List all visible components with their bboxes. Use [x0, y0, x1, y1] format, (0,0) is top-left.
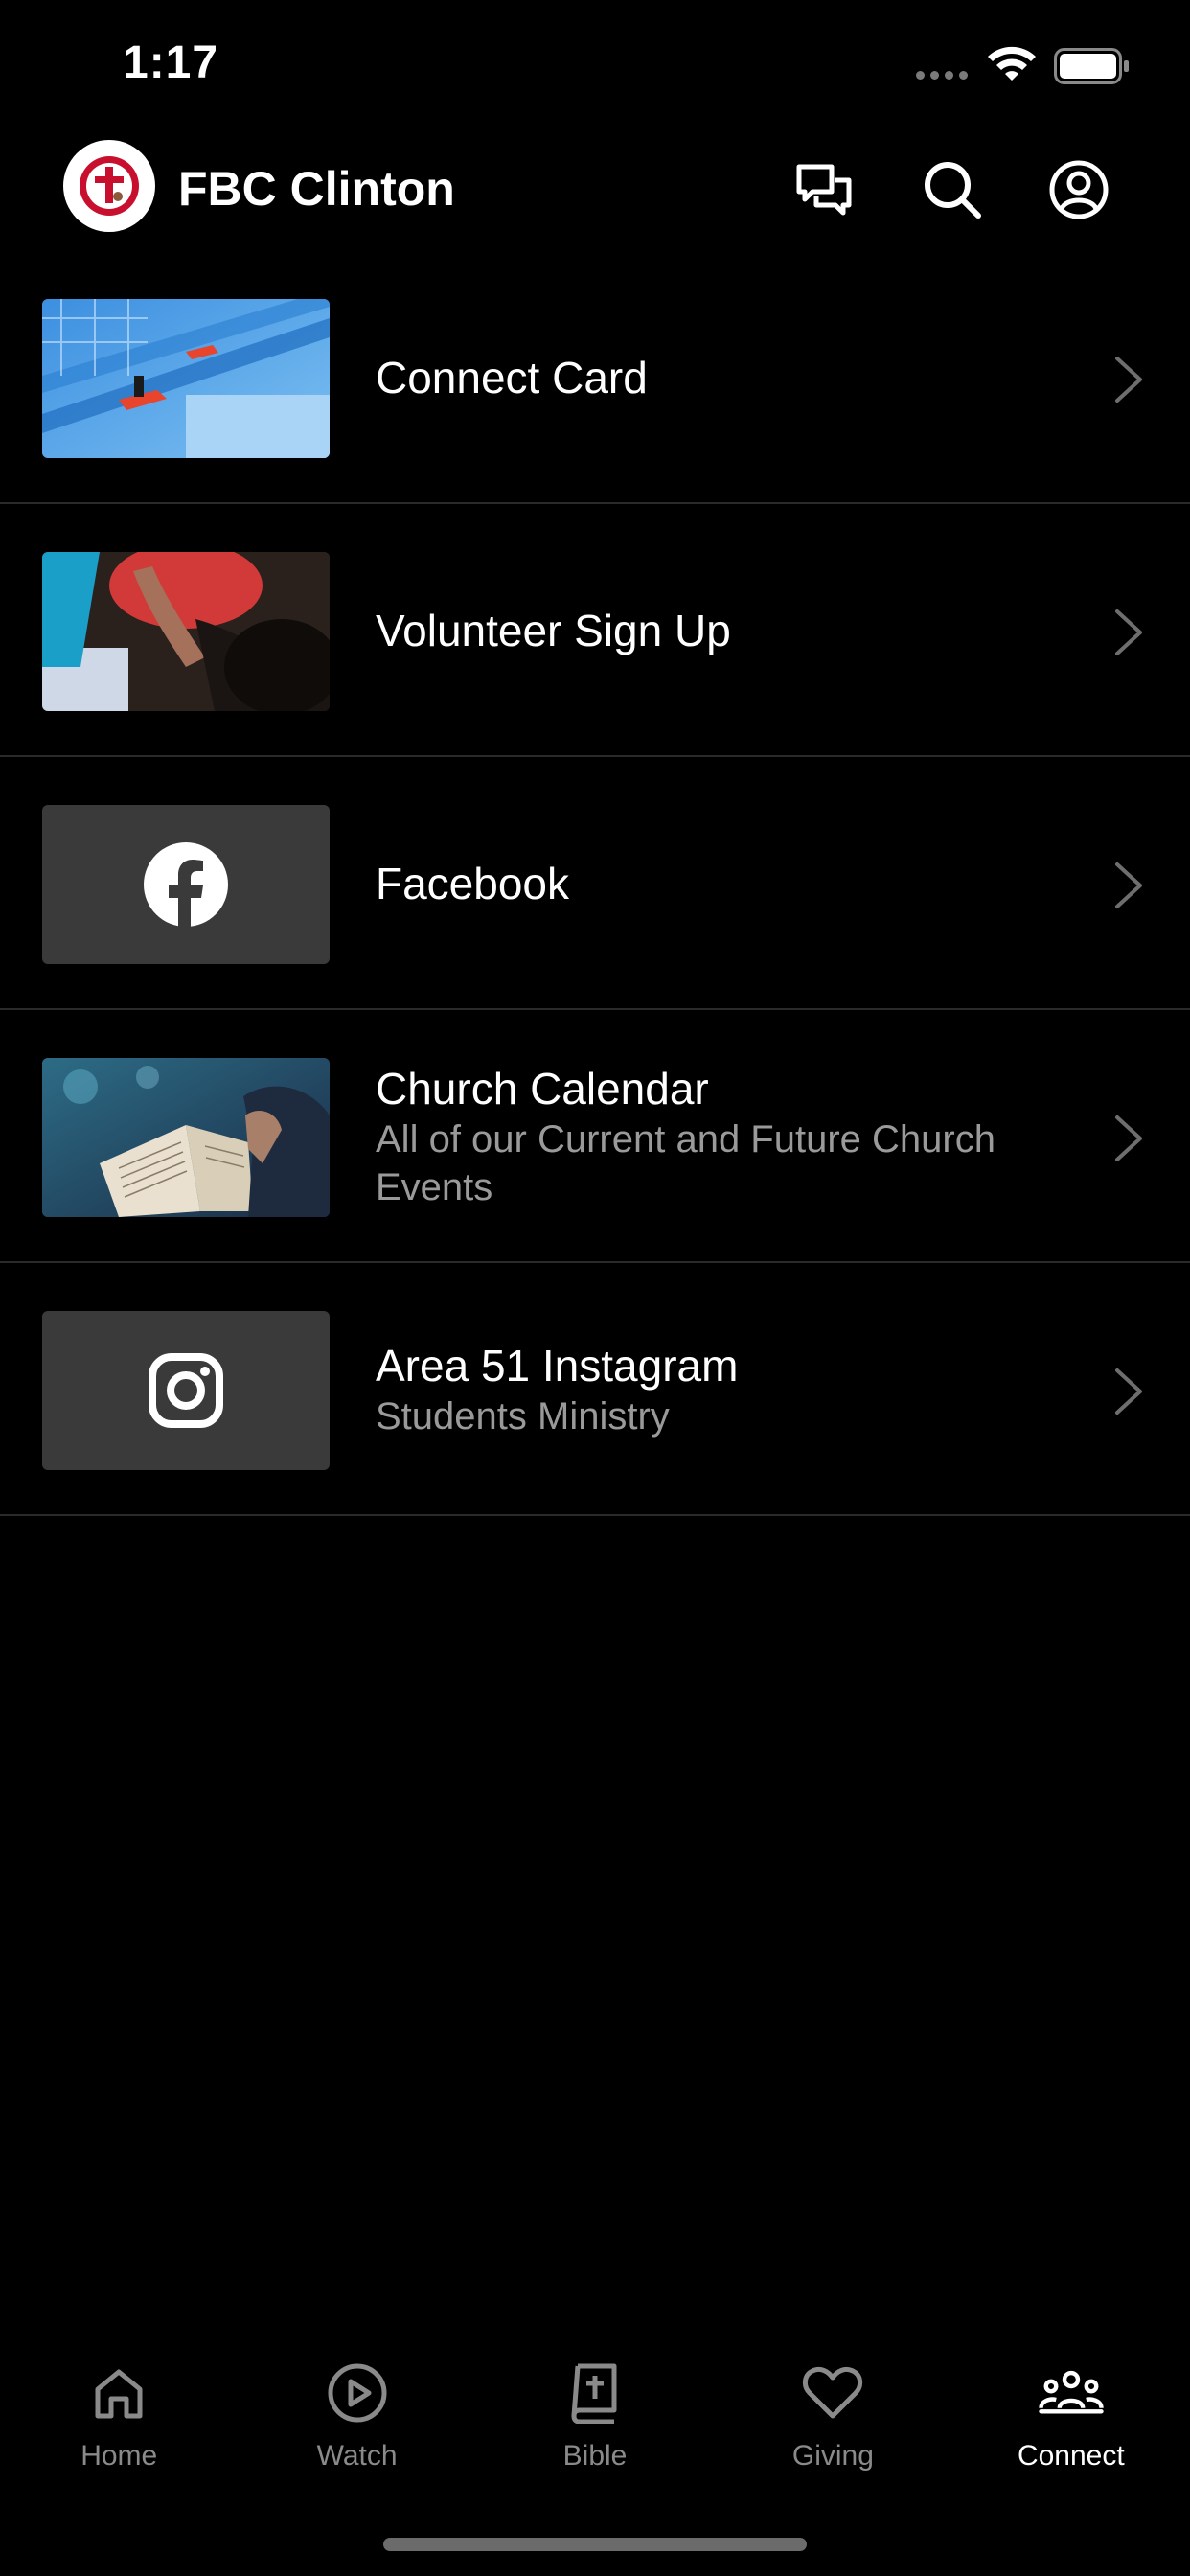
- app-header: FBC Clinton: [0, 140, 1190, 240]
- list-item-subtitle: All of our Current and Future Church Eve…: [376, 1118, 995, 1208]
- chevron-right-icon: [1115, 1368, 1142, 1414]
- tab-label: Home: [80, 2440, 158, 2472]
- search-button[interactable]: [922, 159, 983, 220]
- home-indicator[interactable]: [383, 2538, 807, 2551]
- facebook-thumbnail: [42, 805, 330, 964]
- tab-giving[interactable]: Giving: [714, 2338, 951, 2482]
- list-item-volunteer-sign-up[interactable]: Volunteer Sign Up: [0, 504, 1190, 757]
- search-icon: [925, 162, 981, 218]
- app-title: FBC Clinton: [178, 162, 455, 216]
- screen: 1:17 FBC Clinton Connect Card Volunteer …: [0, 0, 1190, 2576]
- chevron-right-icon: [1115, 610, 1142, 656]
- church-calendar-thumbnail: [42, 1058, 330, 1217]
- list-item-title: Volunteer Sign Up: [376, 606, 731, 656]
- list-item-text: Area 51 Instagram Students Ministry: [376, 1263, 1075, 1516]
- bible-icon: [561, 2359, 629, 2426]
- volunteer-thumbnail: [42, 552, 330, 711]
- tab-connect[interactable]: Connect: [952, 2338, 1190, 2482]
- list-item-facebook[interactable]: Facebook: [0, 757, 1190, 1010]
- home-icon: [85, 2359, 152, 2426]
- profile-button[interactable]: [1048, 159, 1110, 220]
- chevron-right-icon: [1115, 1116, 1142, 1162]
- user-circle-icon: [1049, 160, 1109, 219]
- status-bar: 1:17: [0, 0, 1190, 125]
- tab-label: Giving: [791, 2440, 874, 2472]
- tab-label: Watch: [316, 2440, 398, 2472]
- church-logo[interactable]: [63, 140, 155, 232]
- instagram-icon: [149, 1353, 223, 1428]
- people-icon: [1038, 2359, 1105, 2426]
- wifi-icon: [988, 46, 1036, 80]
- list-item-title: Facebook: [376, 859, 570, 908]
- list-item-connect-card[interactable]: Connect Card: [0, 251, 1190, 504]
- battery-icon: [1054, 48, 1129, 84]
- chevron-right-icon: [1115, 356, 1142, 402]
- list-item-text: Church Calendar All of our Current and F…: [376, 1010, 1075, 1263]
- list-item-title: Area 51 Instagram: [376, 1341, 739, 1391]
- play-circle-icon: [324, 2359, 391, 2426]
- list-item-text: Volunteer Sign Up: [376, 504, 1075, 757]
- tab-bar: Home Watch Bible Giving Connect: [0, 2338, 1190, 2482]
- tab-label: Bible: [562, 2440, 628, 2472]
- facebook-icon: [144, 842, 228, 929]
- messages-button[interactable]: [793, 159, 855, 220]
- instagram-thumbnail: [42, 1311, 330, 1470]
- list-item-text: Connect Card: [376, 251, 1075, 504]
- list-item-area-51-instagram[interactable]: Area 51 Instagram Students Ministry: [0, 1263, 1190, 1516]
- connect-card-thumbnail: [42, 299, 330, 458]
- list-item-text: Facebook: [376, 757, 1075, 1010]
- tab-watch[interactable]: Watch: [238, 2338, 475, 2482]
- chevron-right-icon: [1115, 862, 1142, 908]
- church-logo-icon: [80, 156, 139, 216]
- list-item-subtitle: Students Ministry: [376, 1395, 670, 1438]
- tab-bible[interactable]: Bible: [476, 2338, 714, 2482]
- tab-home[interactable]: Home: [0, 2338, 238, 2482]
- heart-icon: [799, 2359, 866, 2426]
- status-time: 1:17: [123, 37, 219, 88]
- list-item-church-calendar[interactable]: Church Calendar All of our Current and F…: [0, 1010, 1190, 1263]
- tab-label: Connect: [1017, 2440, 1125, 2472]
- list-item-title: Church Calendar: [376, 1064, 709, 1114]
- list-item-title: Connect Card: [376, 353, 648, 402]
- chat-icon: [796, 164, 852, 216]
- cellular-signal-icon: [916, 71, 968, 80]
- connect-list: Connect Card Volunteer Sign Up Facebook …: [0, 251, 1190, 1516]
